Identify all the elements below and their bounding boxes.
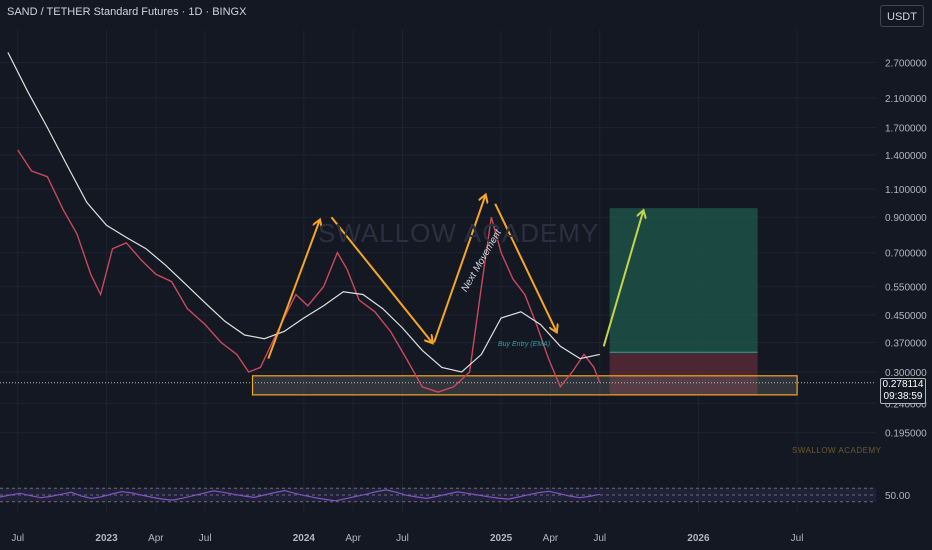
x-tick-label: Jul <box>396 533 409 544</box>
watermark: SWALLOW ACADEMY <box>318 218 600 248</box>
x-tick-label: 2023 <box>95 533 118 544</box>
target-zone <box>609 208 758 353</box>
x-tick-label: Jul <box>11 533 24 544</box>
last-price-tag: 0.278114 09:38:59 <box>880 378 926 404</box>
y-tick-label: 2.700000 <box>885 58 927 69</box>
y-tick-label: 0.450000 <box>885 311 927 322</box>
x-tick-label: 2024 <box>293 533 316 544</box>
pattern-arrow <box>267 220 319 359</box>
support-box <box>251 375 798 396</box>
y-tick-label: 0.370000 <box>885 338 927 349</box>
y-tick-label: 0.550000 <box>885 283 927 294</box>
y-tick-label: 0.900000 <box>885 213 927 224</box>
y-tick-label: 2.100000 <box>885 94 927 105</box>
x-tick-label: Jul <box>791 533 804 544</box>
rsi-tick-label: 50.00 <box>885 491 910 502</box>
x-tick-label: Jul <box>593 533 606 544</box>
rsi-pane: 50.00 <box>0 487 910 503</box>
time-axis: Jul 2023 Apr Jul 2024 Apr Jul 2025 Apr Jul 2026 Jul <box>11 533 803 544</box>
y-tick-label: 0.195000 <box>885 429 927 440</box>
x-tick-label: Jul <box>199 533 212 544</box>
y-tick-label: 1.700000 <box>885 124 927 135</box>
bar-countdown: 09:38:59 <box>883 391 923 402</box>
currency-badge[interactable]: USDT <box>880 5 924 27</box>
y-tick-label: 1.400000 <box>885 151 927 162</box>
x-tick-label: 2025 <box>490 533 513 544</box>
last-price: 0.278114 <box>882 379 924 390</box>
footer-watermark: SWALLOW ACADEMY <box>792 446 882 455</box>
x-tick-label: Apr <box>345 533 361 544</box>
x-tick-label: 2026 <box>687 533 710 544</box>
y-tick-label: 1.100000 <box>885 185 927 196</box>
price-line <box>17 149 601 393</box>
chart-title: SAND / TETHER Standard Futures · 1D · BI… <box>7 6 247 18</box>
buy-entry-label: Buy Entry (EMA) <box>498 341 551 348</box>
x-tick-label: Apr <box>148 533 164 544</box>
x-tick-label: Apr <box>543 533 559 544</box>
y-tick-label: 0.700000 <box>885 249 927 260</box>
